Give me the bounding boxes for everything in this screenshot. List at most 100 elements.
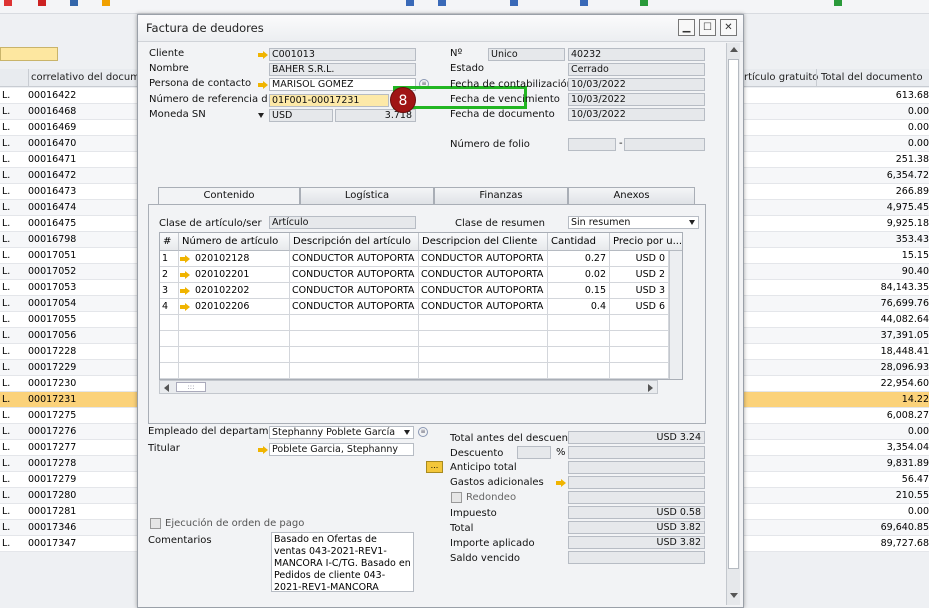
bg-row-left[interactable]: L. 00016422 — [0, 88, 137, 104]
grid-cell-desc-cliente[interactable] — [419, 331, 548, 347]
bg-row-left[interactable]: L. 00017053 — [0, 280, 137, 296]
grid-cell-cantidad[interactable]: 0.27 — [548, 251, 610, 267]
nombre-field[interactable]: BAHER S.R.L. — [269, 63, 416, 76]
bg-row-left[interactable]: L. 00016474 — [0, 200, 137, 216]
bg-row-right[interactable]: 9,925.18 — [744, 216, 929, 232]
bg-row-right[interactable]: 18,448.41 — [744, 344, 929, 360]
bg-row-left[interactable]: L. 00017278 — [0, 456, 137, 472]
bg-row-left[interactable]: L. 00017280 — [0, 488, 137, 504]
grid-cell-precio[interactable] — [610, 363, 669, 379]
link-arrow-icon[interactable] — [258, 81, 268, 89]
grid-cell-cantidad[interactable]: 0.4 — [548, 299, 610, 315]
fecha-cont-field[interactable]: 10/03/2022 — [568, 78, 705, 91]
grid-cell-articulo[interactable] — [179, 331, 290, 347]
anticipo-field[interactable] — [568, 461, 705, 474]
toolbar-icon[interactable] — [640, 0, 648, 6]
bg-col-total[interactable]: Total del documento — [816, 69, 923, 86]
grid-cell-descripcion[interactable] — [290, 347, 419, 363]
minimize-icon[interactable]: ▁ — [678, 19, 695, 36]
bg-row-left[interactable]: L. 00017276 — [0, 424, 137, 440]
redondeo-field[interactable] — [568, 491, 705, 504]
bg-row-left[interactable]: L. 00016475 — [0, 216, 137, 232]
bg-row-right[interactable]: 0.00 — [744, 120, 929, 136]
gastos-field[interactable] — [568, 476, 705, 489]
bg-row-right[interactable]: 22,954.60 — [744, 376, 929, 392]
bg-row-right[interactable]: 266.89 — [744, 184, 929, 200]
grid-cell-precio[interactable]: USD 6 — [610, 299, 669, 315]
toolbar-icon[interactable] — [580, 0, 588, 6]
folio-prefix-field[interactable] — [568, 138, 616, 151]
chevron-down-icon[interactable] — [258, 113, 264, 118]
scroll-thumb[interactable] — [728, 59, 739, 569]
redondeo-checkbox[interactable] — [451, 492, 462, 503]
bg-col-correlativo[interactable]: correlativo del documen — [28, 69, 137, 86]
grid-cell-cantidad[interactable]: 0.15 — [548, 283, 610, 299]
bg-row-left[interactable]: L. 00016798 — [0, 232, 137, 248]
grid-cell-descripcion[interactable] — [290, 315, 419, 331]
tab-anexos[interactable]: Anexos — [568, 187, 695, 204]
grid-header-precio[interactable]: Precio por u... — [610, 233, 682, 251]
grid-cell-precio[interactable] — [610, 315, 669, 331]
bg-row-right[interactable]: 89,727.68 — [744, 536, 929, 552]
saldo-field[interactable] — [568, 551, 705, 564]
bg-row-right[interactable]: 6,008.27 — [744, 408, 929, 424]
scroll-right-icon[interactable] — [648, 384, 653, 392]
cliente-field[interactable]: C001013 — [269, 48, 416, 61]
close-icon[interactable]: ✕ — [720, 19, 737, 36]
grid-cell-number[interactable]: 1 — [160, 251, 179, 267]
importe-field[interactable]: USD 3.82 — [568, 536, 705, 549]
toolbar-icon[interactable] — [70, 0, 78, 6]
impuesto-field[interactable]: USD 0.58 — [568, 506, 705, 519]
bg-row-left[interactable]: L. 00017054 — [0, 296, 137, 312]
grid-cell-precio[interactable]: USD 0 — [610, 251, 669, 267]
bg-row-left[interactable]: L. 00016468 — [0, 104, 137, 120]
grid-cell-number[interactable]: 3 — [160, 283, 179, 299]
grid-cell-descripcion[interactable] — [290, 331, 419, 347]
bg-row-right[interactable]: 0.00 — [744, 136, 929, 152]
background-filter-field[interactable] — [0, 47, 58, 61]
bg-row-right[interactable]: 44,082.64 — [744, 312, 929, 328]
bg-row-right[interactable]: 37,391.05 — [744, 328, 929, 344]
fecha-venc-field[interactable]: 10/03/2022 — [568, 93, 705, 106]
bg-row-left[interactable]: L. 00016471 — [0, 152, 137, 168]
grid-cell-articulo[interactable]: 020102206 — [179, 299, 290, 315]
grid-hscroll[interactable]: ::: — [159, 380, 658, 394]
bg-row-right[interactable]: 353.43 — [744, 232, 929, 248]
bg-row-left[interactable]: L. 00017277 — [0, 440, 137, 456]
grid-cell-cantidad[interactable] — [548, 331, 610, 347]
grid-cell-number[interactable] — [160, 331, 179, 347]
link-arrow-icon[interactable] — [180, 255, 190, 263]
grid-cell-desc-cliente[interactable]: CONDUCTOR AUTOPORTA — [419, 283, 548, 299]
grid-cell-articulo[interactable]: 020102202 — [179, 283, 290, 299]
grid-cell-number[interactable] — [160, 315, 179, 331]
bg-row-left[interactable]: L. 00017052 — [0, 264, 137, 280]
toolbar-icon[interactable] — [38, 0, 46, 6]
descuento-pct-field[interactable] — [517, 446, 551, 459]
scroll-up-icon[interactable] — [730, 47, 738, 52]
bg-row-left[interactable]: L. 00017055 — [0, 312, 137, 328]
grid-cell-desc-cliente[interactable]: CONDUCTOR AUTOPORTA — [419, 251, 548, 267]
estado-field[interactable]: Cerrado — [568, 63, 705, 76]
descuento-field[interactable] — [568, 446, 705, 459]
bg-row-left[interactable]: L. 00017051 — [0, 248, 137, 264]
bg-row-left[interactable]: L. 00017056 — [0, 328, 137, 344]
grid-cell-descripcion[interactable]: CONDUCTOR AUTOPORTA — [290, 267, 419, 283]
maximize-icon[interactable]: ☐ — [699, 19, 716, 36]
grid-cell-descripcion[interactable] — [290, 363, 419, 379]
bg-row-left[interactable]: L. 00016472 — [0, 168, 137, 184]
anticipo-button[interactable]: ... — [426, 461, 443, 473]
grid-header-number[interactable]: # — [160, 233, 179, 251]
grid-cell-articulo[interactable] — [179, 315, 290, 331]
grid-cell-desc-cliente[interactable]: CONDUCTOR AUTOPORTA — [419, 299, 548, 315]
chevron-down-icon[interactable] — [689, 220, 695, 225]
ejecucion-checkbox[interactable] — [150, 518, 161, 529]
bg-row-left[interactable]: L. 00016469 — [0, 120, 137, 136]
toolbar-icon[interactable] — [834, 0, 842, 6]
grid-cell-desc-cliente[interactable] — [419, 347, 548, 363]
grid-cell-number[interactable] — [160, 347, 179, 363]
bg-row-right[interactable]: 0.00 — [744, 424, 929, 440]
moneda-field[interactable]: USD — [269, 109, 333, 122]
grid-header-articulo[interactable]: Número de artículo — [179, 233, 290, 251]
titular-field[interactable]: Poblete Garcia, Stephanny — [269, 443, 414, 456]
bg-row-right[interactable]: 28,096.93 — [744, 360, 929, 376]
